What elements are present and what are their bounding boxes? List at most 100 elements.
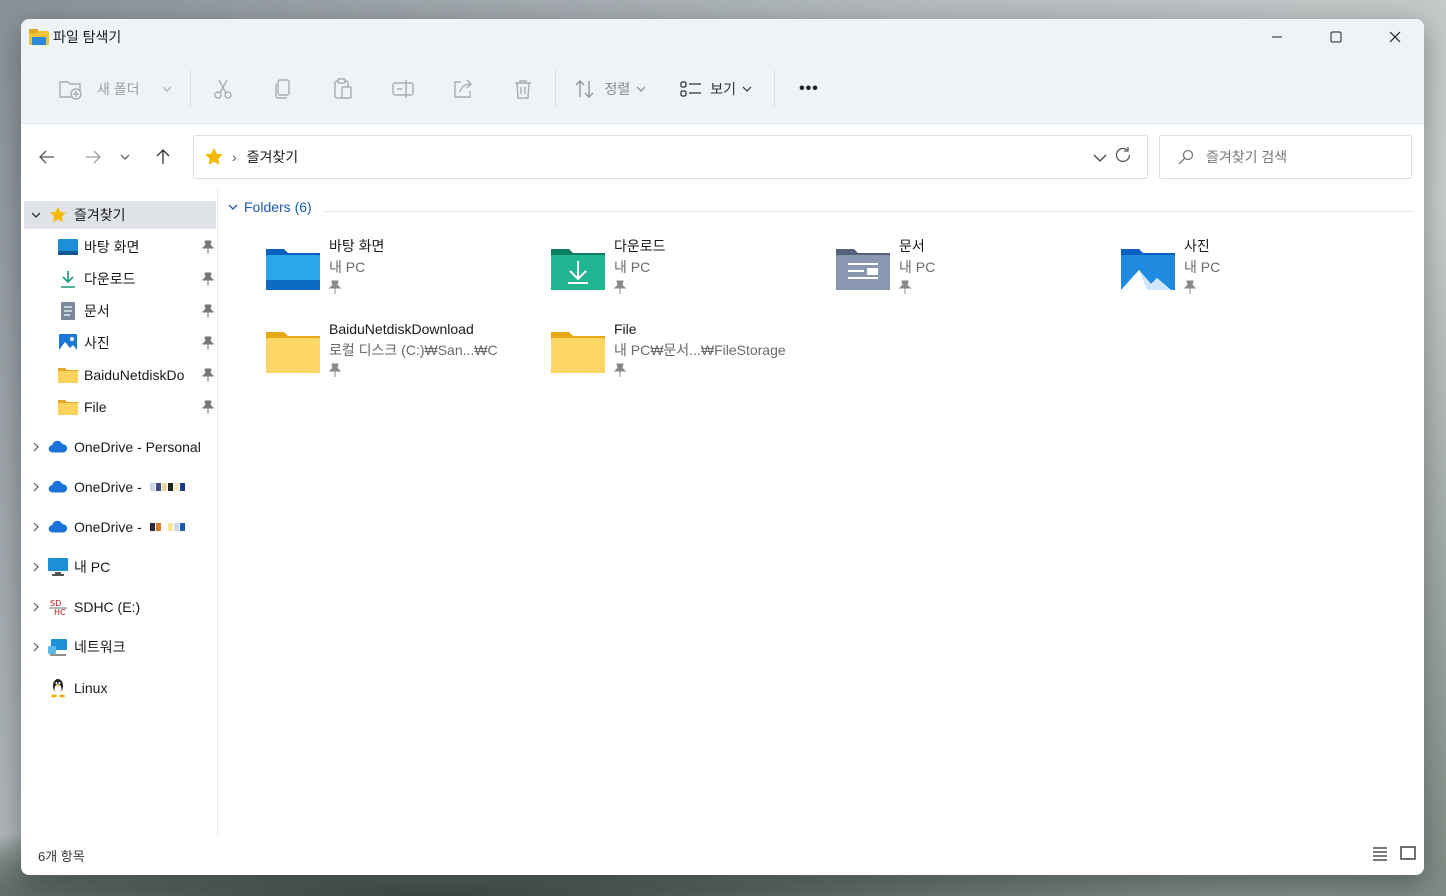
search-placeholder: 즐겨찾기 검색 <box>1206 149 1288 165</box>
sidebar-item-favorites[interactable]: 즐겨찾기 <box>24 201 216 229</box>
chevron-right-icon[interactable] <box>24 602 48 612</box>
chevron-down-icon <box>162 86 171 92</box>
folder-location: 내 PC₩문서...₩FileStorage <box>614 342 786 358</box>
chevron-right-icon[interactable] <box>24 642 48 652</box>
chevron-right-icon[interactable] <box>24 482 48 492</box>
download-icon <box>58 270 78 288</box>
redacted-text <box>149 523 185 531</box>
copy-button[interactable] <box>261 69 305 109</box>
delete-button[interactable] <box>501 69 545 109</box>
folder-tile-baidunetdiskdownload[interactable]: BaiduNetdiskDownload 로컬 디스크 (C:)₩San...₩… <box>265 319 535 391</box>
address-row: › 즐겨찾기 즐겨찾기 검색 <box>21 124 1424 189</box>
maximize-button[interactable] <box>1306 19 1365 55</box>
folder-location: 내 PC <box>899 259 936 275</box>
tiles-view-icon[interactable] <box>1400 845 1416 861</box>
folder-name: File <box>614 321 637 337</box>
chevron-right-icon[interactable] <box>24 562 48 572</box>
sidebar-item-onedrive-3[interactable]: OneDrive - <box>24 513 216 541</box>
back-button[interactable] <box>29 139 65 175</box>
folder-icon <box>265 327 321 375</box>
folder-tile-file[interactable]: File 내 PC₩문서...₩FileStorage <box>550 319 820 391</box>
copy-icon <box>274 79 290 99</box>
sidebar-item-network[interactable]: 네트워크 <box>24 633 216 661</box>
minimize-button[interactable] <box>1247 19 1306 55</box>
chevron-down-icon[interactable] <box>1093 154 1107 162</box>
sd-card-icon: SD HC <box>48 598 68 617</box>
sort-icon <box>575 80 594 98</box>
new-folder-label: 새 폴더 <box>97 81 140 97</box>
folder-tile-downloads[interactable]: 다운로드 내 PC <box>550 236 820 308</box>
search-box[interactable]: 즐겨찾기 검색 <box>1159 135 1412 179</box>
file-explorer-window: 파일 탐색기 새 폴더 정렬 보기 ••• › 즐겨찾기 즐겨찾기 검색 즐겨찾… <box>21 19 1424 875</box>
network-icon <box>48 638 68 656</box>
pin-icon <box>202 400 214 414</box>
new-folder-button[interactable]: 새 폴더 <box>51 69 180 109</box>
breadcrumb-favorites[interactable]: 즐겨찾기 <box>247 147 299 167</box>
downloads-folder-icon <box>550 244 606 292</box>
sort-button[interactable]: 정렬 <box>566 69 655 109</box>
folder-tile-documents[interactable]: 문서 내 PC <box>835 236 1105 308</box>
chevron-down-icon[interactable] <box>24 212 48 218</box>
cut-button[interactable] <box>201 69 245 109</box>
sidebar-item-documents[interactable]: 문서 <box>24 297 216 325</box>
sidebar-item-file[interactable]: File <box>24 393 216 421</box>
redacted-text <box>149 483 185 491</box>
sidebar-item-this-pc[interactable]: 내 PC <box>24 553 216 581</box>
chevron-right-icon[interactable] <box>24 442 48 452</box>
group-header[interactable]: Folders (6) <box>228 199 312 215</box>
folder-name: 바탕 화면 <box>329 238 385 254</box>
rename-button[interactable] <box>381 69 425 109</box>
paste-icon <box>333 78 352 99</box>
share-button[interactable] <box>441 69 485 109</box>
status-bar: 6개 항목 <box>21 835 1424 875</box>
paste-button[interactable] <box>321 69 365 109</box>
chevron-down-icon <box>228 204 238 210</box>
folder-icon <box>58 398 78 416</box>
folder-location: 내 PC <box>1184 259 1221 275</box>
sidebar-item-onedrive-2[interactable]: OneDrive - <box>24 473 216 501</box>
folder-tile-pictures[interactable]: 사진 내 PC <box>1120 236 1390 308</box>
sidebar-item-onedrive-personal[interactable]: OneDrive - Personal <box>24 433 216 461</box>
recent-locations-button[interactable] <box>113 139 137 175</box>
sidebar-item-label: OneDrive - Personal <box>74 439 201 455</box>
refresh-button[interactable] <box>1114 146 1132 169</box>
folder-name: 사진 <box>1184 238 1210 254</box>
more-icon: ••• <box>799 80 819 97</box>
file-explorer-icon <box>29 29 49 45</box>
desktop-icon <box>58 238 78 256</box>
chevron-down-icon <box>742 86 752 92</box>
sidebar-item-desktop[interactable]: 바탕 화면 <box>24 233 216 261</box>
search-icon <box>1178 149 1194 165</box>
share-icon <box>453 79 472 98</box>
sidebar-item-sdhc[interactable]: SD HC SDHC (E:) <box>24 593 216 621</box>
title-bar: 파일 탐색기 <box>21 19 1424 55</box>
close-button[interactable] <box>1365 19 1424 55</box>
close-icon <box>1389 31 1400 43</box>
document-icon <box>58 302 78 320</box>
main-area: 즐겨찾기 바탕 화면 다운로드 문서 사진 BaiduNetdiskDo Fil… <box>21 189 1424 835</box>
view-switcher <box>1372 845 1416 861</box>
chevron-down-icon <box>636 86 646 92</box>
sidebar-item-pictures[interactable]: 사진 <box>24 329 216 357</box>
forward-button[interactable] <box>75 139 111 175</box>
details-view-icon[interactable] <box>1372 845 1388 861</box>
arrow-up-icon <box>156 148 170 164</box>
toolbar-divider <box>774 70 776 108</box>
sidebar-item-downloads[interactable]: 다운로드 <box>24 265 216 293</box>
address-bar[interactable]: › 즐겨찾기 <box>193 135 1148 179</box>
arrow-left-icon <box>39 150 54 163</box>
pin-icon <box>202 272 214 286</box>
sidebar-item-linux[interactable]: Linux <box>24 674 216 702</box>
new-folder-icon <box>59 81 82 100</box>
refresh-icon <box>1115 147 1131 163</box>
folder-tile-desktop[interactable]: 바탕 화면 내 PC <box>265 236 535 308</box>
group-title: Folders (6) <box>244 199 312 215</box>
up-button[interactable] <box>145 139 181 175</box>
sidebar-item-baidunetdisk[interactable]: BaiduNetdiskDo <box>24 361 216 389</box>
star-icon <box>205 148 223 165</box>
chevron-down-icon <box>120 154 130 160</box>
view-button[interactable]: 보기 <box>672 69 760 109</box>
more-options-button[interactable]: ••• <box>791 69 827 109</box>
chevron-right-icon[interactable] <box>24 522 48 532</box>
folder-name: 문서 <box>899 238 925 254</box>
